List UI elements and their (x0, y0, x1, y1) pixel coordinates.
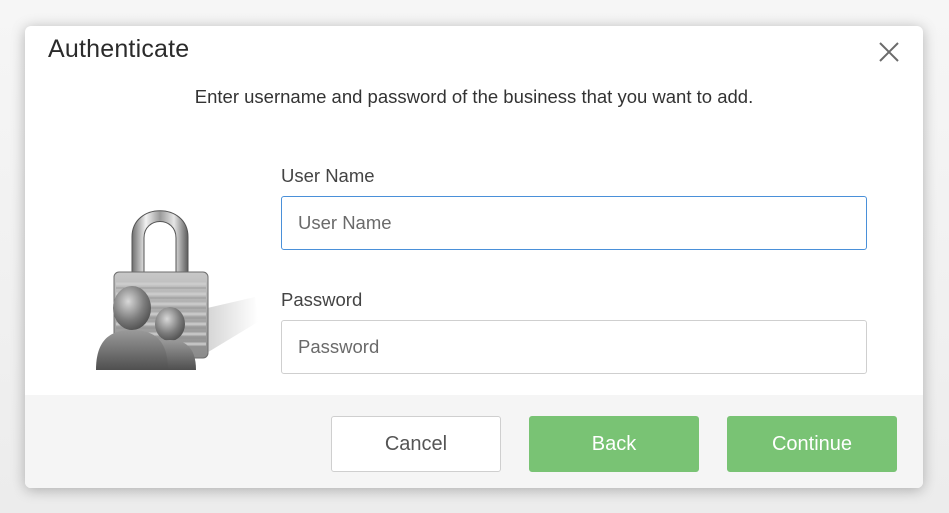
close-icon (879, 42, 899, 62)
close-button[interactable] (877, 40, 901, 64)
dialog-title: Authenticate (48, 35, 190, 63)
continue-button[interactable]: Continue (727, 416, 897, 472)
cancel-button[interactable]: Cancel (331, 416, 501, 472)
username-label: User Name (281, 165, 375, 186)
dialog-subtitle: Enter username and password of the busin… (194, 86, 754, 107)
dialog-footer: Cancel Back Continue (25, 395, 923, 488)
password-label: Password (281, 289, 363, 310)
authenticate-dialog: Authenticate Enter username and password… (25, 26, 923, 488)
username-input[interactable] (281, 196, 867, 250)
padlock-users-icon (80, 192, 260, 372)
back-button[interactable]: Back (529, 416, 699, 472)
password-input[interactable] (281, 320, 867, 374)
